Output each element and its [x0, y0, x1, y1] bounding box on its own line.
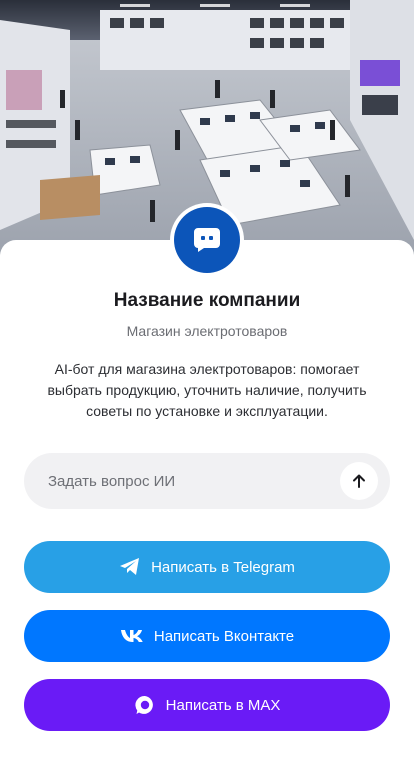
- max-button-label: Написать в MAX: [165, 696, 281, 714]
- telegram-button[interactable]: Написать в Telegram: [24, 541, 390, 593]
- company-category: Магазин электротоваров: [126, 323, 288, 339]
- telegram-button-label: Написать в Telegram: [151, 558, 295, 576]
- ask-ai-input[interactable]: [48, 472, 340, 490]
- send-button[interactable]: [340, 462, 378, 500]
- telegram-icon: [119, 557, 141, 577]
- max-icon: [134, 694, 156, 716]
- vk-button[interactable]: Написать Вконтакте: [24, 610, 390, 662]
- chat-bot-icon: [174, 207, 240, 273]
- max-button[interactable]: Написать в MAX: [24, 679, 390, 731]
- company-avatar: [170, 203, 244, 277]
- vk-button-label: Написать Вконтакте: [153, 627, 295, 645]
- vk-icon: [120, 629, 144, 643]
- arrow-up-icon: [353, 474, 365, 488]
- company-description: AI-бот для магазина электротоваров: помо…: [47, 361, 367, 419]
- ask-ai-field: [24, 453, 390, 509]
- company-name: Название компании: [113, 290, 301, 311]
